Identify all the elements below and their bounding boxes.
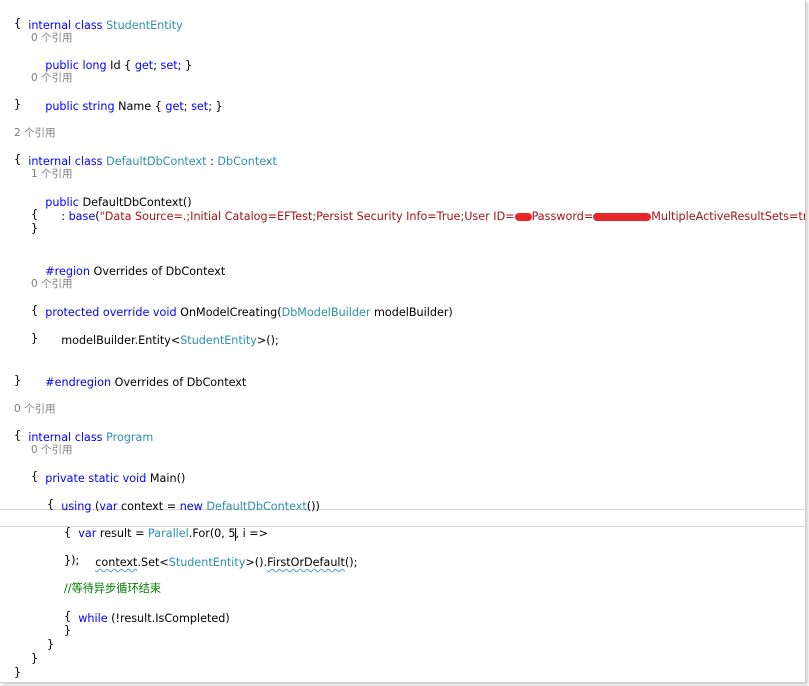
code-line-brace: }	[47, 638, 55, 651]
code-line-brace: }	[64, 624, 72, 637]
code-line-id-property: public long Id { get; set; }	[45, 59, 193, 72]
code-line-brace: }	[14, 374, 22, 387]
redaction-mark	[593, 213, 652, 221]
code-line-brace: {	[31, 304, 39, 317]
code-line-brace: {	[47, 498, 55, 511]
code-line-context-set: context.Set<StudentEntity>().FirstOrDefa…	[95, 556, 358, 569]
code-line-brace: {	[14, 429, 22, 442]
code-line-parallel-for[interactable]: var result = Parallel.For(0, 5, i =>	[64, 510, 268, 541]
code-line-brace: }	[31, 222, 39, 235]
code-editor[interactable]: internal class StudentEntity { 0 个引用 pub…	[0, 0, 806, 683]
code-line-brace: }	[31, 652, 39, 665]
code-line-context-class: internal class DefaultDbContext : DbCont…	[28, 155, 277, 168]
code-line-brace: {	[31, 470, 39, 483]
code-line-close-lambda: });	[64, 554, 80, 567]
code-line-brace: }	[14, 666, 22, 679]
code-line-region[interactable]: #region Overrides of DbContext	[31, 248, 225, 278]
redaction-mark	[514, 213, 532, 221]
code-line-onmodelcreating: protected override void OnModelCreating(…	[45, 306, 453, 319]
code-line-main: private static void Main()	[45, 472, 186, 485]
code-line-while: while (!result.IsCompleted)	[78, 612, 230, 625]
code-line-base-call: : base("Data Source=.;Initial Catalog=EF…	[61, 210, 805, 223]
code-line-brace: {	[14, 17, 22, 30]
code-line-brace: }	[31, 332, 39, 345]
code-line-student-class: internal class StudentEntity	[28, 19, 183, 32]
code-line-brace: }	[14, 98, 22, 111]
code-line-endregion[interactable]: #endregion Overrides of DbContext	[31, 359, 246, 389]
code-line-name-property: public string Name { get; set; }	[45, 100, 223, 113]
code-line-entity: modelBuilder.Entity<StudentEntity>();	[61, 334, 279, 347]
code-line-brace: {	[14, 153, 22, 166]
code-line-program-class: internal class Program	[28, 431, 154, 444]
code-line-using: using (var context = new DefaultDbContex…	[61, 500, 320, 513]
code-line-brace: {	[64, 526, 72, 539]
